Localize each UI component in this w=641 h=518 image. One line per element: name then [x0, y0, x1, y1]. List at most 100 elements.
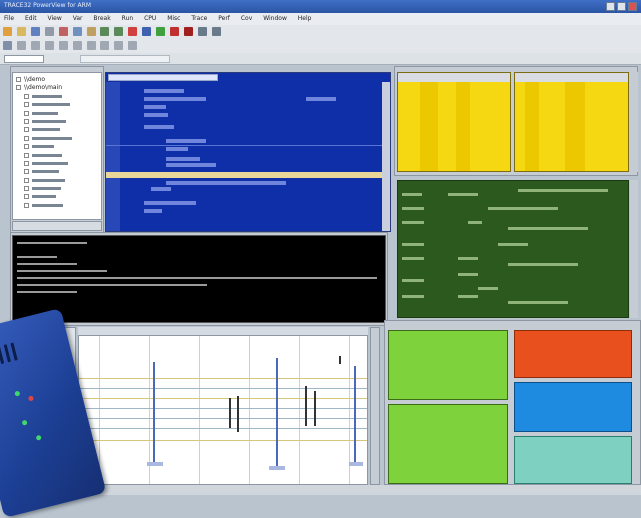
expand-icon[interactable]	[24, 202, 29, 208]
register-icon[interactable]	[30, 41, 40, 50]
menu-var[interactable]: Var	[73, 15, 83, 22]
tree-item[interactable]	[16, 93, 99, 101]
list-icon[interactable]	[16, 41, 26, 50]
code-line	[144, 125, 174, 129]
menu-edit[interactable]: Edit	[25, 15, 37, 22]
code-line	[166, 147, 188, 151]
trace-list-1[interactable]	[388, 330, 508, 400]
command-input[interactable]	[4, 55, 44, 63]
tree-item[interactable]	[16, 177, 99, 185]
tree-item[interactable]	[16, 168, 99, 176]
status-bar	[80, 485, 641, 495]
tree-item[interactable]: \\demo	[16, 76, 99, 84]
cut-icon[interactable]	[58, 27, 68, 36]
memory-scrollbar[interactable]	[630, 72, 638, 172]
redo-icon[interactable]	[114, 27, 124, 36]
address-field[interactable]	[80, 55, 170, 63]
tree-item[interactable]	[16, 160, 99, 168]
expand-icon[interactable]	[16, 77, 21, 82]
expand-icon[interactable]	[24, 135, 29, 141]
go-icon[interactable]	[156, 27, 166, 36]
chart-scrollbar[interactable]	[370, 327, 380, 485]
variable-scrollbar[interactable]	[630, 180, 638, 318]
menu-window[interactable]: Window	[263, 15, 287, 22]
editor-tab[interactable]	[108, 74, 218, 81]
save-icon[interactable]	[30, 27, 40, 36]
menu-break[interactable]: Break	[93, 15, 110, 22]
copy-icon[interactable]	[72, 27, 82, 36]
expand-icon[interactable]	[24, 127, 29, 133]
tree-item[interactable]	[16, 193, 99, 201]
expand-icon[interactable]	[24, 118, 29, 124]
status-pane-blue[interactable]	[514, 382, 632, 432]
memory-dump-1[interactable]	[397, 72, 511, 172]
close-icon[interactable]	[628, 2, 637, 11]
tree-item[interactable]: \\demo\main	[16, 84, 99, 92]
cascade-icon[interactable]	[86, 41, 96, 50]
expand-icon[interactable]	[24, 169, 29, 175]
menu-file[interactable]: File	[4, 15, 14, 22]
status-pane-teal[interactable]	[514, 436, 632, 484]
expand-icon[interactable]	[24, 93, 29, 99]
tree-item[interactable]	[16, 126, 99, 134]
variable-view[interactable]	[397, 180, 629, 318]
menu-help[interactable]: Help	[298, 15, 312, 22]
tile-icon[interactable]	[100, 41, 110, 50]
menu-view[interactable]: View	[48, 15, 62, 22]
maximize-icon[interactable]	[617, 2, 626, 11]
open-icon[interactable]	[16, 27, 26, 36]
expand-icon[interactable]	[24, 152, 29, 158]
menu-cpu[interactable]: CPU	[144, 15, 156, 22]
search-icon[interactable]	[114, 41, 124, 50]
trace-list-2[interactable]	[388, 404, 508, 484]
menu-perf[interactable]: Perf	[218, 15, 230, 22]
zoom-icon[interactable]	[128, 41, 138, 50]
code-line	[166, 181, 286, 185]
expand-icon[interactable]	[24, 177, 29, 183]
timing-chart[interactable]	[78, 335, 368, 485]
expand-icon[interactable]	[24, 160, 29, 166]
tree-item[interactable]	[16, 202, 99, 210]
memory-icon[interactable]	[44, 41, 54, 50]
tree-item[interactable]	[16, 135, 99, 143]
expand-icon[interactable]	[24, 186, 29, 192]
expand-icon[interactable]	[24, 194, 29, 200]
stop-icon[interactable]	[183, 27, 193, 36]
tree-item[interactable]	[16, 118, 99, 126]
menu-cov[interactable]: Cov	[241, 15, 252, 22]
down-icon[interactable]	[211, 27, 221, 36]
minimize-icon[interactable]	[606, 2, 615, 11]
tree-item[interactable]	[16, 110, 99, 118]
memory-dump-2[interactable]	[514, 72, 629, 172]
tree-item[interactable]	[16, 101, 99, 109]
menu-trace[interactable]: Trace	[191, 15, 207, 22]
menu-run[interactable]: Run	[122, 15, 134, 22]
console-window[interactable]	[12, 235, 386, 323]
new-icon[interactable]	[3, 27, 12, 36]
up-icon[interactable]	[197, 27, 207, 36]
tree-item[interactable]	[16, 143, 99, 151]
over-icon[interactable]	[142, 27, 152, 36]
expand-icon[interactable]	[24, 110, 29, 116]
expand-icon[interactable]	[16, 85, 21, 91]
menu-misc[interactable]: Misc	[167, 15, 180, 22]
editor-scrollbar[interactable]	[382, 82, 390, 231]
source-editor[interactable]	[105, 72, 391, 232]
trace-icon[interactable]	[58, 41, 68, 50]
led-icon	[21, 419, 28, 426]
undo-icon[interactable]	[100, 27, 110, 36]
tree-item[interactable]	[16, 185, 99, 193]
expand-icon[interactable]	[24, 102, 29, 108]
status-pane-orange[interactable]	[514, 330, 632, 378]
step-icon[interactable]	[128, 27, 138, 36]
window-icon[interactable]	[72, 41, 82, 50]
print-icon[interactable]	[44, 27, 54, 36]
expand-icon[interactable]	[24, 144, 29, 150]
trace-spike	[276, 358, 278, 468]
tree-item[interactable]	[16, 152, 99, 160]
paste-icon[interactable]	[86, 27, 96, 36]
reset-icon[interactable]	[3, 41, 12, 50]
editor-gutter	[106, 82, 120, 231]
memory-column	[420, 82, 438, 171]
break-icon[interactable]	[170, 27, 180, 36]
